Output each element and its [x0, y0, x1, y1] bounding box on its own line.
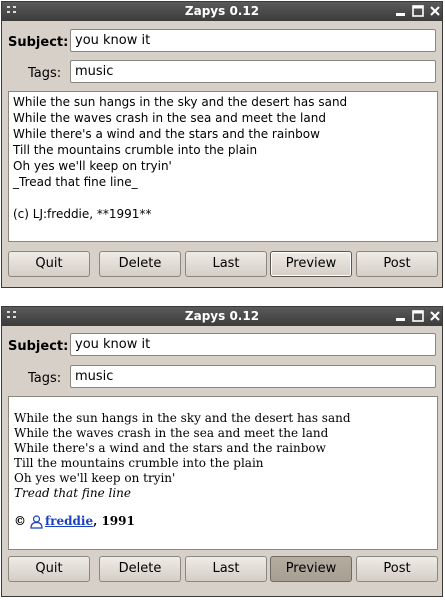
body-line: While the sun hangs in the sky and the d…	[13, 95, 348, 109]
body-line: While there's a wind and the stars and t…	[13, 127, 320, 141]
tags-label: Tags:	[28, 371, 62, 386]
tags-input[interactable]: music	[70, 60, 436, 83]
window-title: Zapys 0.12	[184, 4, 260, 18]
body-line: While the waves crash in the sea and mee…	[13, 111, 326, 125]
quit-button[interactable]: Quit	[8, 556, 90, 582]
tags-label: Tags:	[28, 66, 62, 81]
preview-window: Zapys 0.12 Subject: you know it Tags: mu…	[1, 306, 443, 597]
preview-line: While the waves crash in the sea and mee…	[14, 426, 329, 440]
signature: © freddie , 1991	[14, 514, 432, 529]
preview-line: While the sun hangs in the sky and the d…	[14, 411, 351, 425]
post-button[interactable]: Post	[356, 556, 438, 582]
preview-line: Oh yes we'll keep on tryin'	[14, 471, 176, 485]
preview-pane[interactable]: While the sun hangs in the sky and the d…	[8, 396, 438, 550]
copyright-symbol: ©	[14, 514, 26, 528]
last-button[interactable]: Last	[185, 251, 267, 277]
close-icon[interactable]	[428, 4, 442, 18]
preview-button[interactable]: Preview	[270, 251, 352, 277]
post-button[interactable]: Post	[356, 251, 438, 277]
button-row: Quit Delete Last Preview Post	[8, 251, 439, 277]
subject-input[interactable]: you know it	[70, 29, 436, 52]
subject-input[interactable]: you know it	[70, 333, 436, 356]
tags-input[interactable]: music	[70, 365, 436, 388]
body-line: _Tread that fine line_	[13, 175, 138, 189]
body-line: Oh yes we'll keep on tryin'	[13, 159, 172, 173]
edit-window: Zapys 0.12 Subject: you know it Tags: mu…	[1, 1, 443, 288]
minimize-icon[interactable]	[394, 4, 408, 18]
maximize-icon[interactable]	[411, 4, 425, 18]
minimize-icon[interactable]	[394, 309, 408, 323]
title-bar[interactable]: Zapys 0.12	[2, 2, 442, 21]
window-title: Zapys 0.12	[184, 309, 260, 323]
preview-italic-line: Tread that fine line	[14, 486, 131, 500]
last-button[interactable]: Last	[185, 556, 267, 582]
signature-year: , 1991	[93, 514, 135, 528]
user-link[interactable]: freddie	[45, 514, 93, 529]
body-line: Till the mountains crumble into the plai…	[13, 143, 258, 157]
close-icon[interactable]	[428, 309, 442, 323]
subject-label: Subject:	[8, 339, 69, 354]
preview-line: Till the mountains crumble into the plai…	[14, 456, 264, 470]
body-line: (c) LJ:freddie, **1991**	[13, 207, 152, 221]
user-icon[interactable]	[30, 514, 43, 529]
maximize-icon[interactable]	[411, 309, 425, 323]
preview-line: While there's a wind and the stars and t…	[14, 441, 326, 455]
delete-button[interactable]: Delete	[99, 251, 181, 277]
body-line: ​	[13, 190, 433, 206]
body-editor[interactable]: While the sun hangs in the sky and the d…	[8, 91, 438, 242]
button-row: Quit Delete Last Preview Post	[8, 556, 439, 582]
title-bar[interactable]: Zapys 0.12	[2, 307, 442, 326]
delete-button[interactable]: Delete	[99, 556, 181, 582]
quit-button[interactable]: Quit	[8, 251, 90, 277]
preview-button[interactable]: Preview	[270, 556, 352, 582]
subject-label: Subject:	[8, 35, 69, 50]
